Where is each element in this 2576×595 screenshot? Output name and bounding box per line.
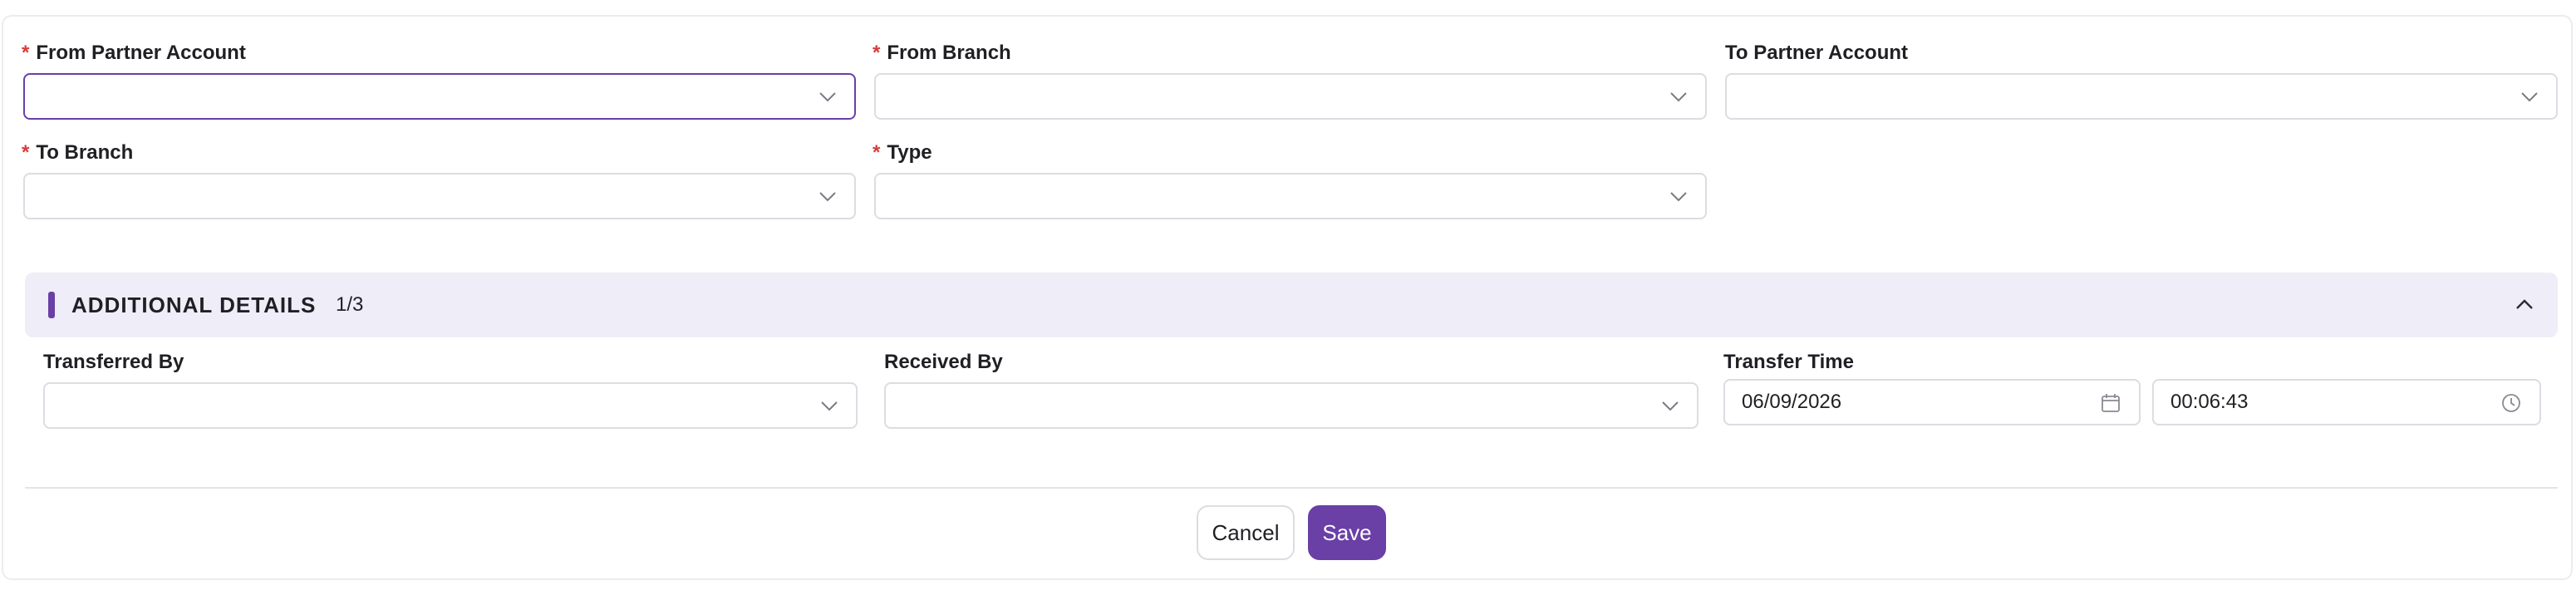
- to-partner-account-label: To Partner Account: [1725, 42, 1909, 64]
- transfer-form-card: * From Partner Account * From Branch To Pa…: [2, 15, 2573, 580]
- type-label: * Type: [873, 141, 932, 164]
- required-marker: *: [22, 42, 30, 64]
- chevron-down-icon: [2519, 86, 2539, 106]
- calendar-icon[interactable]: [2099, 391, 2122, 415]
- chevron-up-icon[interactable]: [2513, 293, 2536, 317]
- to-branch-select[interactable]: [23, 173, 856, 219]
- transfer-time-label: Transfer Time: [1723, 351, 1854, 373]
- chevron-down-icon: [1669, 186, 1689, 206]
- chevron-down-icon: [819, 396, 839, 416]
- cancel-button[interactable]: Cancel: [1197, 505, 1295, 560]
- chevron-down-icon: [818, 86, 838, 106]
- from-partner-account-select[interactable]: [23, 73, 856, 120]
- clock-icon[interactable]: [2500, 391, 2523, 415]
- transferred-by-select[interactable]: [43, 382, 858, 429]
- to-partner-account-select[interactable]: [1725, 73, 2558, 120]
- transferred-by-label: Transferred By: [43, 351, 184, 373]
- section-title: ADDITIONAL DETAILS: [71, 293, 317, 317]
- transfer-date-input[interactable]: 06/09/2026: [1723, 379, 2141, 425]
- received-by-label: Received By: [884, 351, 1003, 373]
- chevron-down-icon: [1660, 396, 1680, 416]
- transfer-date-value: 06/09/2026: [1742, 391, 1842, 413]
- to-branch-label: * To Branch: [22, 141, 134, 164]
- required-marker: *: [22, 141, 30, 164]
- transfer-time-input[interactable]: 00:06:43: [2152, 379, 2541, 425]
- section-count: 1/3: [336, 293, 364, 316]
- footer-divider: [25, 487, 2558, 489]
- section-accent-bar: [48, 292, 55, 318]
- additional-details-header[interactable]: ADDITIONAL DETAILS 1/3: [25, 273, 2558, 337]
- received-by-select[interactable]: [884, 382, 1698, 429]
- required-marker: *: [873, 141, 881, 164]
- save-button[interactable]: Save: [1308, 505, 1386, 560]
- from-branch-select[interactable]: [874, 73, 1707, 120]
- from-branch-label: * From Branch: [873, 42, 1011, 64]
- from-partner-account-label: * From Partner Account: [22, 42, 246, 64]
- chevron-down-icon: [1669, 86, 1689, 106]
- required-marker: *: [873, 42, 881, 64]
- type-select[interactable]: [874, 173, 1707, 219]
- chevron-down-icon: [818, 186, 838, 206]
- transfer-time-value: 00:06:43: [2170, 391, 2249, 413]
